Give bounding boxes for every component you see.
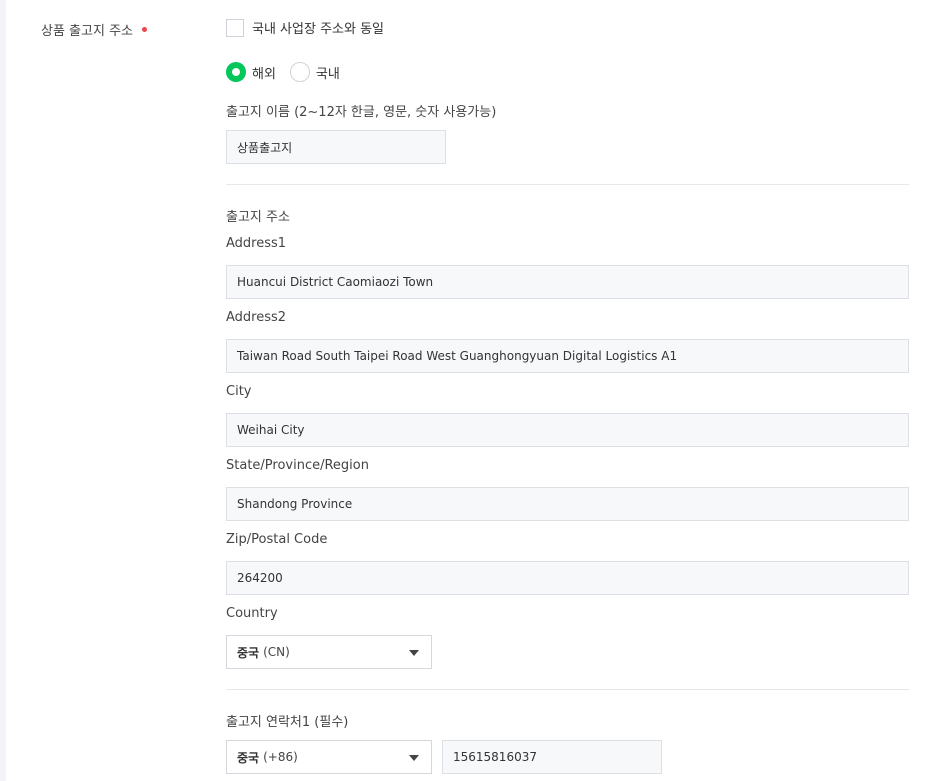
contact1-country-code: (+86): [263, 750, 298, 764]
city-label: City: [226, 384, 252, 399]
radio-selected-dot-icon: [232, 68, 240, 76]
country-label: Country: [226, 606, 278, 621]
left-border: [0, 0, 6, 781]
address-heading: 출고지 주소: [226, 210, 290, 225]
section-title: 상품 출고지 주소: [41, 24, 133, 39]
address1-input[interactable]: Huancui District Caomiaozi Town: [226, 265, 909, 299]
city-input[interactable]: Weihai City: [226, 413, 909, 447]
contact1-country-select[interactable]: 중국 (+86): [226, 740, 432, 774]
chevron-down-icon: [409, 755, 419, 761]
divider: [226, 689, 909, 690]
state-input[interactable]: Shandong Province: [226, 487, 909, 521]
required-indicator-icon: [142, 27, 147, 32]
same-as-domestic-checkbox-row[interactable]: 국내 사업장 주소와 동일: [226, 18, 384, 37]
state-label: State/Province/Region: [226, 458, 369, 473]
radio-domestic-label[interactable]: 국내: [316, 63, 340, 82]
origin-name-input[interactable]: 상품출고지: [226, 130, 446, 164]
same-as-domestic-checkbox[interactable]: [226, 18, 244, 37]
address1-label: Address1: [226, 236, 287, 251]
country-select-code: (CN): [263, 645, 290, 659]
location-type-radio-group: 해외 국내: [226, 62, 354, 82]
country-select[interactable]: 중국 (CN): [226, 635, 432, 669]
contact1-country-name: 중국: [237, 750, 260, 765]
contact1-phone-input[interactable]: 15615816037: [442, 740, 662, 774]
divider: [226, 184, 909, 185]
country-select-name: 중국: [237, 645, 260, 660]
zip-label: Zip/Postal Code: [226, 532, 328, 547]
radio-overseas-label[interactable]: 해외: [252, 63, 276, 82]
section-label: 상품 출고지 주소: [41, 20, 147, 39]
address2-label: Address2: [226, 310, 287, 325]
radio-overseas[interactable]: [226, 62, 246, 82]
same-as-domestic-label[interactable]: 국내 사업장 주소와 동일: [252, 18, 384, 37]
chevron-down-icon: [409, 650, 419, 656]
radio-domestic[interactable]: [289, 62, 310, 82]
zip-input[interactable]: 264200: [226, 561, 909, 595]
origin-name-label: 출고지 이름 (2~12자 한글, 영문, 숫자 사용가능): [226, 105, 497, 120]
contact1-label: 출고지 연락처1 (필수): [226, 715, 349, 730]
address2-input[interactable]: Taiwan Road South Taipei Road West Guang…: [226, 339, 909, 373]
